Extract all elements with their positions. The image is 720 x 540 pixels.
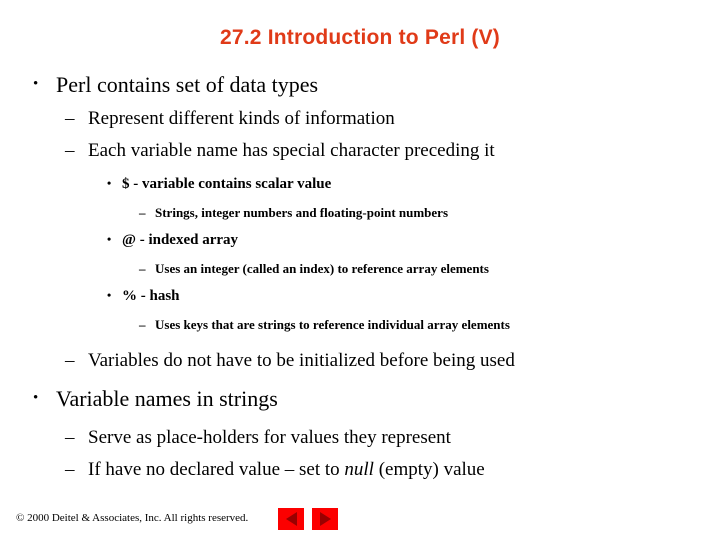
bullet-level2-with-italic: – If have no declared value – set to nul… (0, 457, 720, 483)
bullet-level3: • % - hash (0, 285, 720, 307)
text-after-italic: (empty) value (373, 459, 485, 480)
bullet-text: Uses keys that are strings to reference … (155, 317, 510, 332)
bullet-text: Serve as place-holders for values they r… (88, 427, 451, 448)
bullet-marker-dash: – (65, 140, 75, 161)
bullet-marker-dash: – (65, 459, 75, 480)
bullet-text: Variables do not have to be initialized … (88, 350, 515, 371)
bullet-marker-dot: • (107, 288, 112, 302)
bullet-text: Perl contains set of data types (56, 72, 319, 97)
bullet-text: Uses an integer (called an index) to ref… (155, 261, 489, 276)
bullet-marker-dot: • (107, 176, 112, 190)
bullet-marker-dash: – (65, 350, 75, 371)
bullet-level2: – Represent different kinds of informati… (0, 106, 720, 132)
bullet-level2: – Variables do not have to be initialize… (0, 348, 720, 374)
bullet-marker-dash: – (139, 261, 146, 276)
bullet-level4: – Strings, integer numbers and floating-… (0, 203, 720, 223)
bullet-marker-dot: • (33, 76, 39, 92)
bullet-marker-dot: • (33, 390, 39, 406)
slide-footer: © 2000 Deitel & Associates, Inc. All rig… (16, 508, 706, 532)
bullet-level3: • @ - indexed array (0, 229, 720, 251)
bullet-level2: – Serve as place-holders for values they… (0, 425, 720, 451)
slide-body: • Perl contains set of data types – Repr… (0, 70, 720, 483)
bullet-marker-dash: – (139, 317, 146, 332)
bullet-text: Strings, integer numbers and floating-po… (155, 205, 449, 220)
text-before-italic: If have no declared value – set to (88, 459, 345, 480)
bullet-level1: • Perl contains set of data types (0, 70, 720, 100)
bullet-marker-dash: – (65, 427, 75, 448)
italic-keyword-null: null (344, 459, 374, 480)
bullet-level2: – Each variable name has special charact… (0, 138, 720, 164)
bullet-marker-dash: – (65, 108, 75, 129)
bullet-text: If have no declared value – set to null … (88, 457, 485, 483)
bullet-marker-dot: • (107, 232, 112, 246)
slide-title: 27.2 Introduction to Perl (V) (220, 26, 500, 49)
bullet-level4: – Uses an integer (called an index) to r… (0, 259, 720, 279)
bullet-level1: • Variable names in strings (0, 384, 720, 414)
copyright-notice: © 2000 Deitel & Associates, Inc. All rig… (16, 512, 249, 524)
navigation-buttons (278, 508, 338, 530)
triangle-right-icon (319, 512, 331, 526)
slide: 27.2 Introduction to Perl (V) • Perl con… (0, 0, 720, 540)
next-slide-button[interactable] (312, 508, 338, 530)
bullet-text: $ - variable contains scalar value (122, 176, 332, 192)
bullet-marker-dash: – (139, 205, 146, 220)
bullet-text: Variable names in strings (56, 386, 278, 411)
bullet-level3: • $ - variable contains scalar value (0, 173, 720, 195)
bullet-text: Represent different kinds of information (88, 108, 395, 129)
previous-slide-button[interactable] (278, 508, 304, 530)
bullet-text: @ - indexed array (122, 232, 239, 248)
bullet-text: Each variable name has special character… (88, 140, 495, 161)
triangle-left-icon (285, 512, 297, 526)
bullet-text: % - hash (122, 288, 180, 304)
bullet-level4: – Uses keys that are strings to referenc… (0, 315, 720, 335)
